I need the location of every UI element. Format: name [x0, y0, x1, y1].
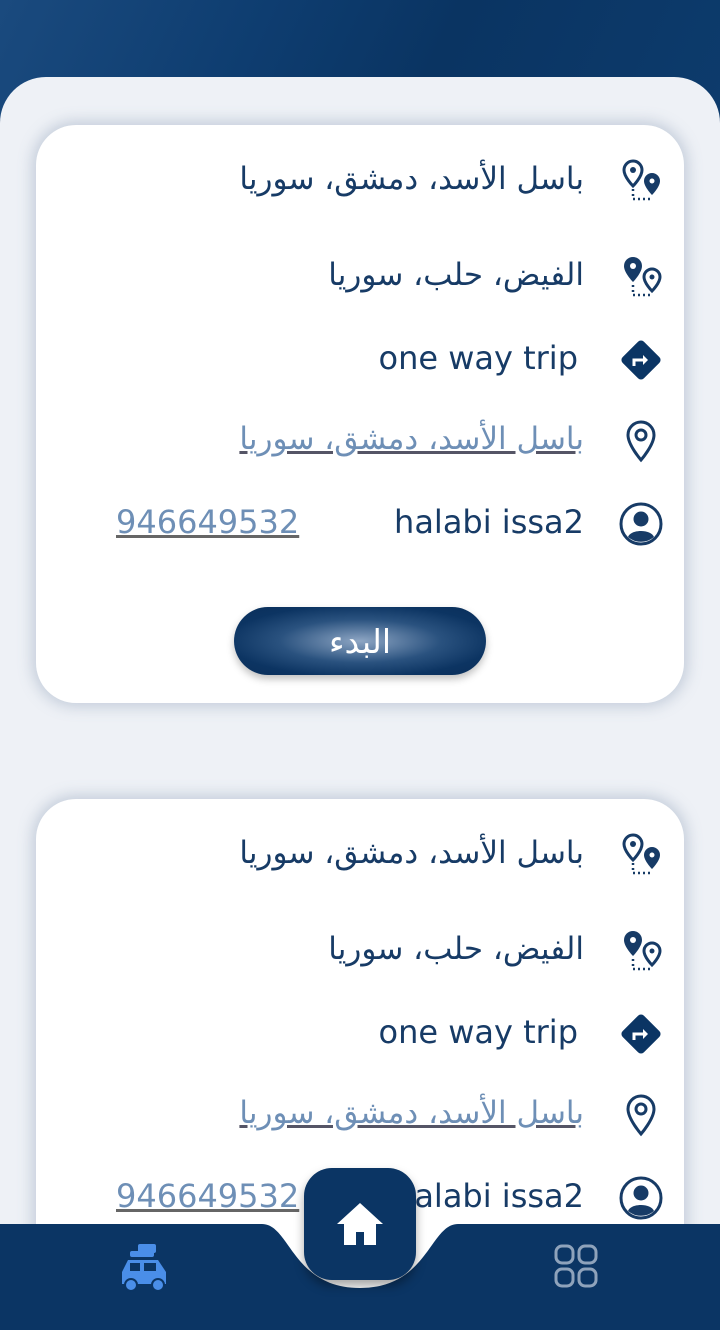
trips-sheet[interactable]: باسل الأسد، دمشق، سوريا الفيض، حلب، سوري… — [0, 77, 720, 1330]
trip-to-row: الفيض، حلب، سوريا — [36, 921, 684, 981]
trip-driver-row: halabi issa2 946649532 — [36, 493, 684, 553]
location-pin-outline-icon — [616, 417, 666, 467]
trip-location-link[interactable]: باسل الأسد، دمشق، سوريا — [239, 1095, 584, 1131]
trip-location-row: باسل الأسد، دمشق، سوريا — [36, 1085, 684, 1145]
trip-card: باسل الأسد، دمشق، سوريا الفيض، حلب، سوري… — [36, 125, 684, 703]
route-pin-icon — [616, 927, 666, 977]
driver-phone-link[interactable]: 946649532 — [116, 1177, 299, 1215]
trip-type-text: one way trip — [378, 339, 578, 377]
trip-from-text: باسل الأسد، دمشق، سوريا — [239, 161, 584, 197]
trip-type-row: one way trip — [36, 1003, 684, 1063]
trip-from-text: باسل الأسد، دمشق، سوريا — [239, 835, 584, 871]
driver-name: halabi issa2 — [394, 503, 584, 541]
car-with-luggage-icon — [122, 1244, 166, 1292]
home-icon — [337, 1203, 383, 1245]
trip-to-row: الفيض، حلب، سوريا — [36, 247, 684, 307]
user-circle-icon — [616, 499, 666, 549]
home-button[interactable] — [304, 1168, 416, 1280]
route-pin-icon — [616, 253, 666, 303]
route-pin-icon — [616, 831, 666, 881]
trip-location-link[interactable]: باسل الأسد، دمشق، سوريا — [239, 421, 584, 457]
location-pin-outline-icon — [616, 1091, 666, 1141]
start-trip-button[interactable]: البدء — [234, 607, 486, 675]
driver-name: halabi issa2 — [394, 1177, 584, 1215]
nav-trips-button[interactable] — [116, 1242, 172, 1294]
grid-menu-icon — [554, 1244, 598, 1288]
driver-phone-link[interactable]: 946649532 — [116, 503, 299, 541]
user-circle-icon — [616, 1173, 666, 1223]
turn-right-diamond-icon — [616, 1009, 666, 1059]
nav-menu-button[interactable] — [552, 1242, 600, 1290]
trip-location-row: باسل الأسد، دمشق، سوريا — [36, 411, 684, 471]
turn-right-diamond-icon — [616, 335, 666, 385]
trip-to-text: الفيض، حلب، سوريا — [328, 931, 584, 967]
route-pin-icon — [616, 157, 666, 207]
trip-type-text: one way trip — [378, 1013, 578, 1051]
trip-from-row: باسل الأسد، دمشق، سوريا — [36, 151, 684, 211]
trip-to-text: الفيض، حلب، سوريا — [328, 257, 584, 293]
trip-from-row: باسل الأسد، دمشق، سوريا — [36, 825, 684, 885]
trip-type-row: one way trip — [36, 329, 684, 389]
